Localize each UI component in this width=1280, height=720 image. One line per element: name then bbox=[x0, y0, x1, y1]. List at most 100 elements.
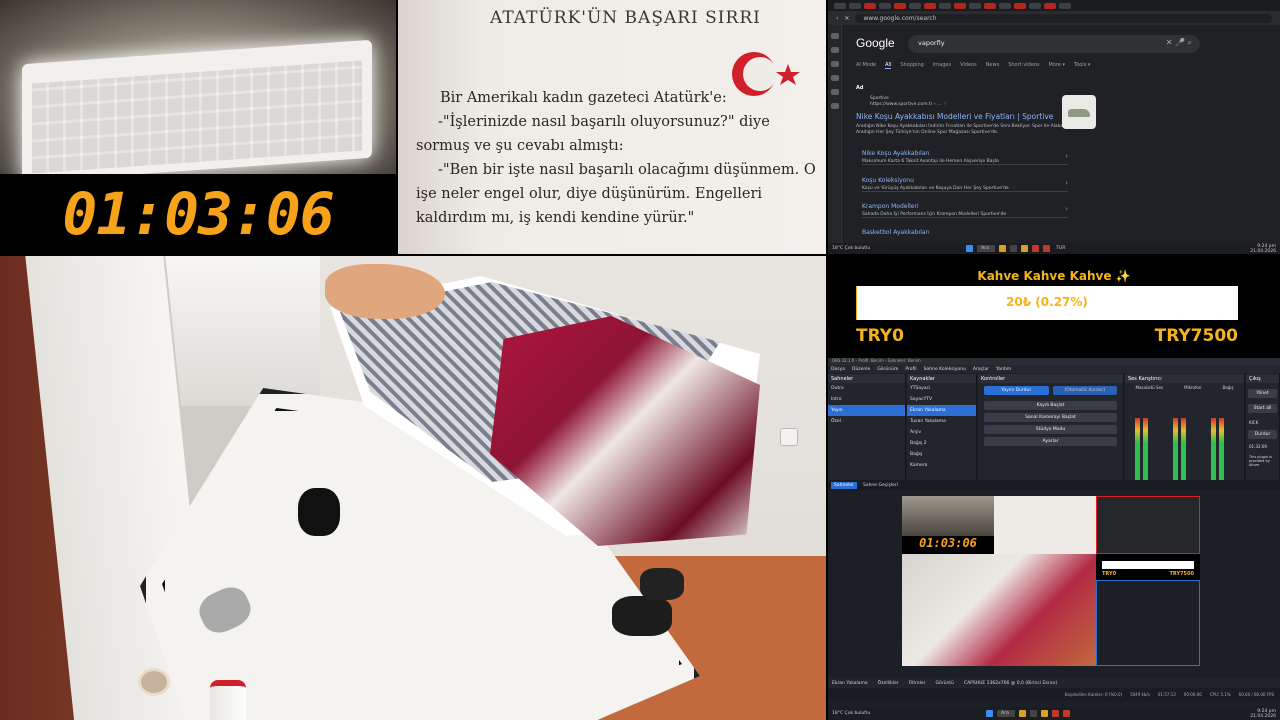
browser-tab[interactable] bbox=[864, 2, 876, 9]
reload-icon[interactable]: ✕ bbox=[844, 15, 849, 22]
menu-tools[interactable]: Araçlar bbox=[973, 367, 989, 372]
browser-tab[interactable] bbox=[1044, 2, 1056, 9]
stop-stream-button[interactable]: Yayını Durdur bbox=[984, 386, 1049, 395]
volume-meter[interactable] bbox=[1173, 418, 1178, 480]
settings-button[interactable]: Ayarlar bbox=[984, 437, 1117, 446]
source-item[interactable]: Bağış bbox=[907, 449, 976, 460]
nav-short-videos[interactable]: Short videos bbox=[1008, 62, 1039, 69]
display-select[interactable]: CAPSHUE 1362x766 @ 0,0 (Birinci Ekran) bbox=[964, 681, 1057, 686]
menu-profile[interactable]: Profil bbox=[905, 367, 916, 372]
browser-tab[interactable] bbox=[834, 2, 846, 9]
start-all-button[interactable]: Start all bbox=[1248, 404, 1277, 413]
app-icon[interactable] bbox=[1010, 245, 1018, 252]
ad-site-url[interactable]: https://www.sportive.com.tr › ... ⋮ bbox=[870, 102, 947, 108]
source-item[interactable]: Tuvan Yakalama bbox=[907, 416, 976, 427]
sidebar-icon[interactable] bbox=[831, 89, 839, 95]
start-icon[interactable] bbox=[966, 245, 974, 252]
browser-tab[interactable] bbox=[999, 2, 1011, 9]
volume-meter[interactable] bbox=[1211, 418, 1216, 480]
volume-meter[interactable] bbox=[1135, 418, 1140, 480]
manage-button[interactable]: Yönet bbox=[1248, 389, 1277, 398]
browser-tab[interactable] bbox=[924, 2, 936, 9]
menu-edit[interactable]: Düzenle bbox=[852, 367, 870, 372]
obs-preview[interactable]: 01:03:06 TRY0 TRY7500 bbox=[902, 496, 1200, 666]
browser-tab[interactable] bbox=[1014, 2, 1026, 9]
browser-tab[interactable] bbox=[1059, 2, 1071, 9]
source-item[interactable]: Arşiv bbox=[907, 427, 976, 438]
tab-transitions[interactable]: Sahne Geçişleri bbox=[863, 483, 898, 488]
sitelink[interactable]: Basketbol Ayakkabıları bbox=[862, 229, 1068, 236]
volume-meter[interactable] bbox=[1219, 418, 1224, 480]
scene-item[interactable]: Intro bbox=[828, 394, 905, 405]
source-item[interactable]: Bağış 2 bbox=[907, 438, 976, 449]
sidebar-icon[interactable] bbox=[831, 75, 839, 81]
scene-item[interactable]: Özel bbox=[828, 416, 905, 427]
app-icon[interactable] bbox=[1043, 245, 1051, 252]
browser-tab[interactable] bbox=[1029, 2, 1041, 9]
browser-tab[interactable] bbox=[969, 2, 981, 9]
volume-meter[interactable] bbox=[1143, 418, 1148, 480]
tab-scenes[interactable]: Sahneler bbox=[831, 481, 857, 489]
folder-icon[interactable] bbox=[1021, 245, 1029, 252]
sidebar-icon[interactable] bbox=[831, 103, 839, 109]
source-item[interactable]: Kamera bbox=[907, 460, 976, 471]
menu-file[interactable]: Dosya bbox=[831, 367, 845, 372]
menu-scene-collection[interactable]: Sahne Koleksiyonu bbox=[924, 367, 966, 372]
taskbar-search[interactable]: Ara bbox=[997, 710, 1016, 717]
app-icon[interactable] bbox=[999, 245, 1007, 252]
volume-meter[interactable] bbox=[1181, 418, 1186, 480]
sitelink[interactable]: Nike Koşu Ayakkabıları Maksimum Karta 6 … bbox=[862, 150, 1068, 165]
menu-help[interactable]: Yardım bbox=[996, 367, 1011, 372]
search-input[interactable]: vaporfly ✕ 🎤 ⌕ bbox=[908, 35, 1200, 53]
nav-shopping[interactable]: Shopping bbox=[900, 62, 923, 69]
back-icon[interactable]: ‹ bbox=[836, 15, 838, 22]
search-icon[interactable]: ✕ 🎤 ⌕ bbox=[1166, 38, 1192, 48]
clock[interactable]: 9:24 pm 21.04.2026 bbox=[1250, 244, 1276, 254]
source-item[interactable]: SayacYTV bbox=[907, 394, 976, 405]
nav-images[interactable]: Images bbox=[933, 62, 951, 69]
browser-tab[interactable] bbox=[909, 2, 921, 9]
nav-all[interactable]: All bbox=[885, 62, 892, 69]
menu-view[interactable]: Görünüm bbox=[877, 367, 898, 372]
app-icon[interactable] bbox=[1030, 710, 1038, 717]
shoe-thumbnail[interactable] bbox=[1062, 95, 1096, 129]
scene-item-active[interactable]: Yayın bbox=[828, 405, 905, 416]
sidebar-icon[interactable] bbox=[831, 33, 839, 39]
sidebar-icon[interactable] bbox=[831, 61, 839, 67]
filters-button[interactable]: Filtreler bbox=[909, 681, 926, 686]
nav-videos[interactable]: Videos bbox=[960, 62, 977, 69]
app-icon[interactable] bbox=[1052, 710, 1060, 717]
studio-mode-button[interactable]: Stüdyo Modu bbox=[984, 425, 1117, 434]
folder-icon[interactable] bbox=[1041, 710, 1049, 717]
browser-tab[interactable] bbox=[954, 2, 966, 9]
app-icon[interactable] bbox=[1063, 710, 1071, 717]
language-indicator[interactable]: TUR bbox=[1056, 246, 1065, 251]
browser-tab-strip[interactable] bbox=[828, 0, 1280, 11]
start-virtual-camera-button[interactable]: Sanal Kamerayı Başlat bbox=[984, 413, 1117, 422]
browser-tab[interactable] bbox=[879, 2, 891, 9]
weather-widget[interactable]: 18°C Çok bulutlu bbox=[832, 711, 870, 716]
clock[interactable]: 9:24 pm 21.04.2026 bbox=[1250, 709, 1276, 719]
nav-ai-mode[interactable]: AI Mode bbox=[856, 62, 876, 69]
start-recording-button[interactable]: Kaydı Başlat bbox=[984, 401, 1117, 410]
app-icon[interactable] bbox=[1019, 710, 1027, 717]
browser-tab[interactable] bbox=[849, 2, 861, 9]
browser-tab[interactable] bbox=[984, 2, 996, 9]
app-icon[interactable] bbox=[1032, 245, 1040, 252]
auto-stop-button[interactable]: (Otomatik durdur) bbox=[1052, 386, 1117, 395]
start-icon[interactable] bbox=[986, 710, 994, 717]
taskbar-search[interactable]: Ara bbox=[977, 245, 996, 252]
properties-button[interactable]: Özellikler bbox=[878, 681, 899, 686]
weather-widget[interactable]: 18°C Çok bulutlu bbox=[832, 246, 870, 251]
browser-tab[interactable] bbox=[939, 2, 951, 9]
nav-tools[interactable]: Tools ▾ bbox=[1074, 62, 1090, 69]
source-item-active[interactable]: Ekran Yakalama bbox=[907, 405, 976, 416]
source-item[interactable]: YTSayaci bbox=[907, 383, 976, 394]
sidebar-icon[interactable] bbox=[831, 47, 839, 53]
url-field[interactable]: www.google.com/search bbox=[855, 13, 1272, 23]
ad-headline[interactable]: Nike Koşu Ayakkabısı Modelleri ve Fiyatl… bbox=[856, 112, 1053, 121]
stop-button[interactable]: Durdur bbox=[1248, 430, 1277, 439]
scene-item[interactable]: Outro bbox=[828, 383, 905, 394]
sitelink[interactable]: Koşu Koleksiyonu Koşu ve Yürüyüş Ayakkab… bbox=[862, 177, 1068, 192]
nav-more[interactable]: More ▾ bbox=[1048, 62, 1065, 69]
